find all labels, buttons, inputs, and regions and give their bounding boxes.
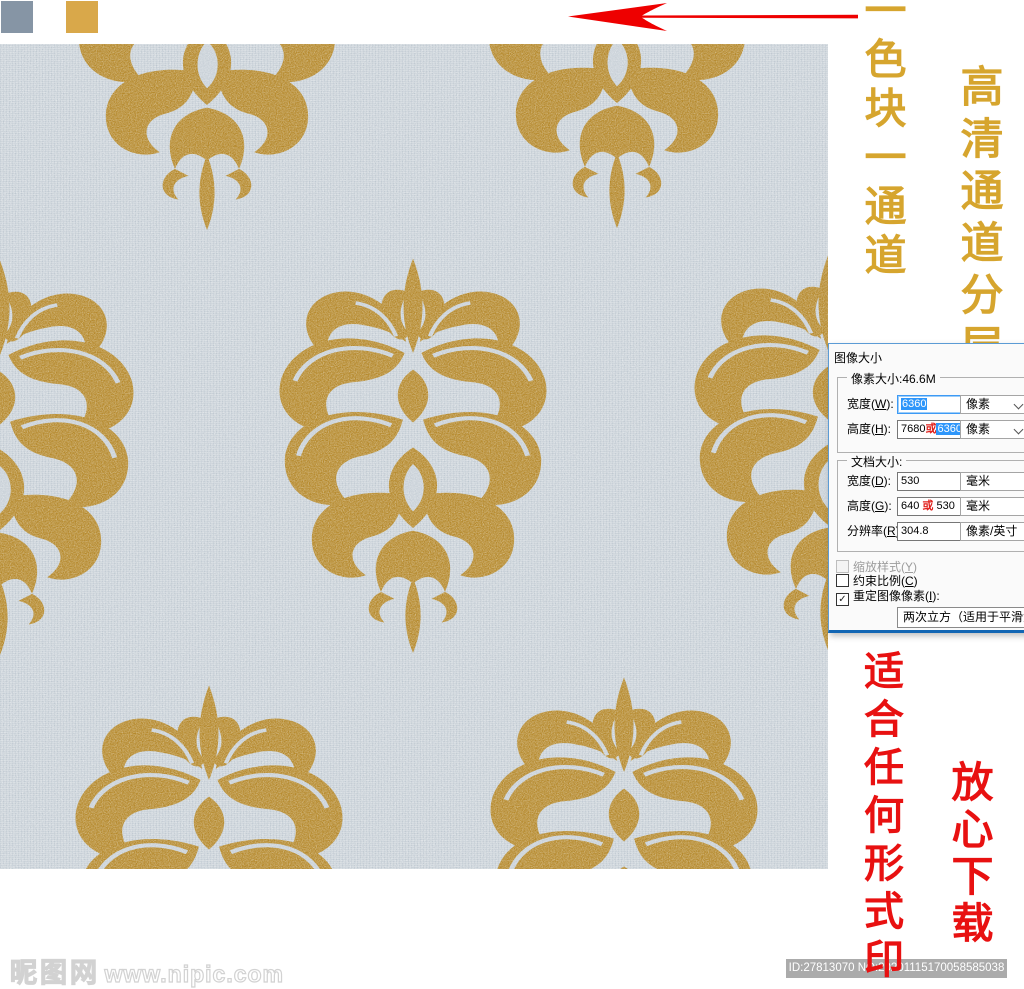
- image-size-dialog: 图像大小 像素大小:46.6M 宽度(W): 6360 像素 高度(H): 76…: [828, 343, 1024, 633]
- pixel-width-input[interactable]: 6360: [897, 395, 962, 414]
- constrain-proportions-label: 约束比例(C): [853, 574, 918, 588]
- color-swatch-gold: [66, 1, 98, 33]
- resample-image-checkbox[interactable]: ✓: [836, 593, 849, 606]
- constrain-proportions-row: 约束比例(C): [836, 574, 918, 588]
- doc-height-unit-select[interactable]: 毫米: [960, 497, 1024, 516]
- pixel-height-label: 高度(H):: [847, 422, 892, 436]
- pixel-height-row: 高度(H): 7680或6360 像素: [829, 420, 1024, 439]
- chevron-down-icon: [1013, 424, 1024, 435]
- annotation-download-with-confidence: 放心下载: [945, 760, 991, 948]
- scale-styles-row: 缩放样式(Y): [836, 560, 917, 574]
- annotation-one-block-one-channel: 一色块一通道: [858, 0, 904, 282]
- doc-width-input[interactable]: 530: [897, 472, 962, 491]
- resolution-unit-select[interactable]: 像素/英寸: [960, 522, 1024, 541]
- red-arrow-icon: [568, 3, 858, 31]
- resample-method-select[interactable]: 两次立方（适用于平滑渐变: [897, 607, 1024, 628]
- wallpaper-pattern: [0, 44, 828, 869]
- replaced-value-mark: 或: [922, 500, 934, 512]
- pixel-width-label: 宽度(W):: [847, 397, 894, 411]
- pixel-width-unit-select[interactable]: 像素: [960, 395, 1024, 414]
- resolution-row: 分辨率(R): 304.8 像素/英寸: [829, 522, 1024, 541]
- resolution-label: 分辨率(R):: [847, 524, 903, 538]
- resample-image-row: ✓ 重定图像像素(I):: [836, 589, 940, 606]
- pixel-height-unit-select[interactable]: 像素: [960, 420, 1024, 439]
- resample-image-label: 重定图像像素(I):: [853, 589, 940, 603]
- damask-pattern-svg: [0, 44, 828, 869]
- pixel-height-input[interactable]: 7680或6360: [897, 420, 962, 439]
- resolution-input[interactable]: 304.8: [897, 522, 962, 541]
- check-icon: ✓: [838, 594, 847, 605]
- doc-height-input[interactable]: 640 或 530: [897, 497, 962, 516]
- doc-height-label: 高度(G):: [847, 499, 892, 513]
- scale-styles-label: 缩放样式(Y): [853, 560, 918, 574]
- color-swatch-gray: [1, 1, 33, 33]
- site-url: www.nipic.com: [104, 960, 285, 987]
- replaced-value-mark: 或: [925, 423, 937, 435]
- doc-width-row: 宽度(D): 530 毫米: [829, 472, 1024, 491]
- constrain-proportions-checkbox[interactable]: [836, 574, 849, 587]
- scale-styles-checkbox: [836, 560, 849, 573]
- nipic-watermark: 昵图网 www.nipic.com: [9, 951, 285, 989]
- pixel-width-row: 宽度(W): 6360 像素: [829, 395, 1024, 414]
- doc-height-row: 高度(G): 640 或 530 毫米: [829, 497, 1024, 516]
- pixel-size-group: 像素大小:46.6M: [837, 370, 1024, 453]
- annotation-fits-any-print-form: 适合任何形式印: [858, 650, 903, 986]
- chevron-down-icon: [1013, 399, 1024, 410]
- doc-width-label: 宽度(D):: [847, 474, 892, 488]
- annotation-hd-channel-layers: 高清通道分层: [954, 64, 1001, 376]
- page: 一色块一通道 高清通道分层 适合任何形式印 放心下载 图像大小 像素大小:46.…: [0, 0, 1024, 989]
- site-name: 昵图网: [9, 957, 100, 988]
- dialog-title: 图像大小: [834, 351, 883, 365]
- pixel-size-group-label: 像素大小:46.6M: [847, 370, 940, 387]
- doc-width-unit-select[interactable]: 毫米: [960, 472, 1024, 491]
- fabric-noise-overlay: [0, 44, 828, 869]
- document-size-group-label: 文档大小:: [847, 453, 907, 470]
